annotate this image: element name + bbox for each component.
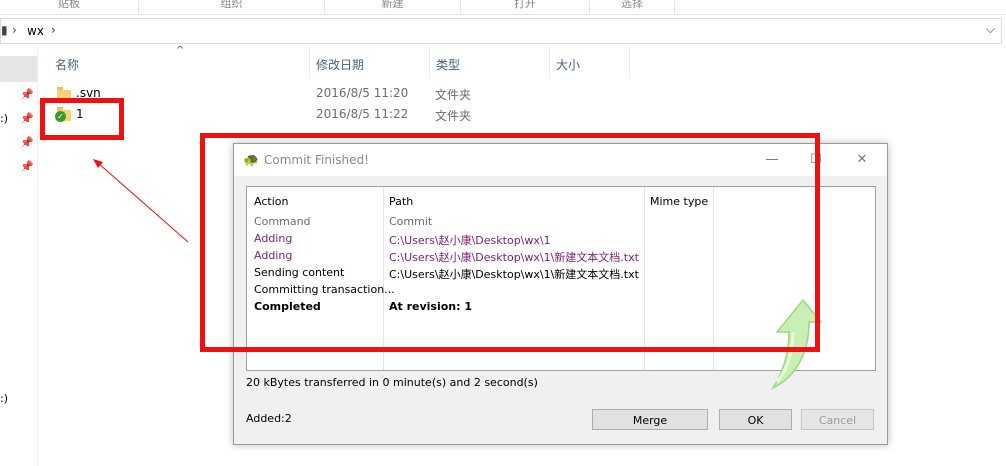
transfer-status: 20 kBytes transferred in 0 minute(s) and… bbox=[246, 376, 538, 389]
added-count: Added:2 bbox=[246, 412, 292, 425]
annotation-box-log bbox=[200, 133, 820, 352]
cancel-button[interactable]: Cancel bbox=[801, 409, 874, 430]
ok-button[interactable]: OK bbox=[719, 409, 792, 430]
close-icon[interactable]: ✕ bbox=[847, 149, 877, 171]
merge-button[interactable]: Merge bbox=[592, 409, 708, 430]
